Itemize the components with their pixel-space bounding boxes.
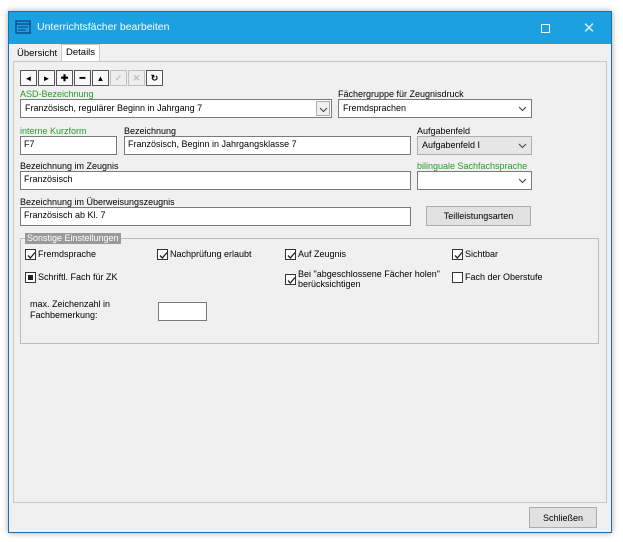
checkbox-box[interactable] <box>25 249 36 260</box>
refresh-icon: ↻ <box>150 72 159 83</box>
checkmark-icon <box>454 252 463 259</box>
tab-details[interactable]: Details <box>61 44 101 62</box>
maximize-icon <box>540 23 550 33</box>
checkmark-icon <box>287 277 296 284</box>
auf-zeugnis-checkbox[interactable]: Auf Zeugnis <box>285 249 346 260</box>
aufgabenfeld-select[interactable]: Aufgabenfeld I <box>417 136 532 155</box>
refresh-button[interactable]: ↻ <box>146 70 163 86</box>
checkbox-box[interactable] <box>157 249 168 260</box>
bezeichnung-input[interactable]: Französisch, Beginn in Jahrgangsklasse 7 <box>124 136 411 155</box>
sichtbar-label: Sichtbar <box>465 249 499 259</box>
sichtbar-checkbox[interactable]: Sichtbar <box>452 249 498 260</box>
chevron-down-icon <box>319 107 328 113</box>
max-label-line1: max. Zeichenzahl in <box>30 299 111 309</box>
kurzform-label: interne Kurzform <box>20 126 87 136</box>
app-icon <box>15 20 31 34</box>
maximize-button[interactable] <box>523 12 567 44</box>
tab-uebersicht[interactable]: Übersicht <box>13 46 61 62</box>
close-window-button[interactable]: ✕ <box>567 12 611 44</box>
settings-group: Sonstige Einstellungen Fremdsprache Nach… <box>20 233 599 344</box>
max-zeichenzahl-input[interactable] <box>158 302 207 321</box>
chevron-down-icon <box>518 143 527 149</box>
ueberweisung-label: Bezeichnung im Überweisungszeugnis <box>20 197 175 207</box>
checkbox-box[interactable] <box>452 249 463 260</box>
abgeschlossen-checkbox[interactable]: Bei "abgeschlossene Fächer holen" berück… <box>285 269 440 289</box>
abgeschlossen-label-line2: berücksichtigen <box>298 279 361 289</box>
arrow-up-icon: ▲ <box>96 73 105 83</box>
checkbox-box[interactable] <box>285 274 296 285</box>
fremdsprache-checkbox[interactable]: Fremdsprache <box>25 249 96 260</box>
checkmark-icon <box>287 252 296 259</box>
checkmark-icon <box>159 252 168 259</box>
ueberweisung-input[interactable]: Französisch ab Kl. 7 <box>20 207 411 226</box>
checkmark-icon <box>27 252 36 259</box>
schliessen-button[interactable]: Schließen <box>529 507 597 528</box>
arrow-left-icon: ◄ <box>24 73 33 83</box>
arrow-right-icon: ► <box>42 73 51 83</box>
bilingual-label: bilinguale Sachfachsprache <box>417 161 528 171</box>
teilleistungsarten-button[interactable]: Teilleistungsarten <box>426 206 531 226</box>
max-label-line2: Fachbemerkung: <box>30 310 98 320</box>
zeugnis-input[interactable]: Französisch <box>20 171 411 190</box>
title-bar[interactable]: Unterrichtsfächer bearbeiten ✕ <box>9 12 611 44</box>
fremdsprache-label: Fremdsprache <box>38 249 97 259</box>
nachpruefung-label: Nachprüfung erlaubt <box>170 249 252 259</box>
tab-bar: Übersicht Details <box>9 44 611 62</box>
close-icon: ✕ <box>582 20 596 37</box>
asd-dropdown-button[interactable] <box>316 101 330 116</box>
next-button[interactable]: ► <box>38 70 55 86</box>
faechergruppe-label: Fächergruppe für Zeugnisdruck <box>338 89 464 99</box>
kurzform-input[interactable]: F7 <box>20 136 117 155</box>
dialog-window: Unterrichtsfächer bearbeiten ✕ Übersicht… <box>8 11 612 533</box>
abgeschlossen-label: Bei "abgeschlossene Fächer holen" berück… <box>298 269 440 289</box>
aufgabenfeld-label: Aufgabenfeld <box>417 126 471 136</box>
asd-label: ASD-Bezeichnung <box>20 89 94 99</box>
checkbox-box[interactable] <box>25 272 36 283</box>
add-button[interactable]: ✚ <box>56 70 73 86</box>
prev-button[interactable]: ◄ <box>20 70 37 86</box>
bilingual-select[interactable] <box>417 171 532 190</box>
settings-group-title: Sonstige Einstellungen <box>25 233 121 244</box>
move-up-button[interactable]: ▲ <box>92 70 109 86</box>
details-panel: ◄ ► ✚ ━ ▲ ✓ ✕ ↻ ASD-Bezeichnung Französi… <box>13 61 607 503</box>
chevron-down-icon <box>518 106 527 112</box>
asd-value: Französisch, regulärer Beginn in Jahrgan… <box>25 103 203 113</box>
footer-bar: Schließen <box>9 503 611 532</box>
auf-zeugnis-label: Auf Zeugnis <box>298 249 347 259</box>
oberstufe-checkbox[interactable]: Fach der Oberstufe <box>452 272 543 283</box>
schriftl-checkbox[interactable]: Schriftl. Fach für ZK <box>25 272 118 283</box>
cancel-button[interactable]: ✕ <box>128 70 145 86</box>
check-icon: ✓ <box>114 72 123 83</box>
confirm-button[interactable]: ✓ <box>110 70 127 86</box>
schriftl-label: Schriftl. Fach für ZK <box>38 272 118 282</box>
cancel-icon: ✕ <box>132 72 141 83</box>
window-title: Unterrichtsfächer bearbeiten <box>37 21 170 33</box>
asd-select[interactable]: Französisch, regulärer Beginn in Jahrgan… <box>20 99 332 118</box>
zeugnis-label: Bezeichnung im Zeugnis <box>20 161 119 171</box>
delete-button[interactable]: ━ <box>74 70 91 86</box>
nachpruefung-checkbox[interactable]: Nachprüfung erlaubt <box>157 249 252 260</box>
chevron-down-icon <box>518 178 527 184</box>
bezeichnung-label: Bezeichnung <box>124 126 177 136</box>
faechergruppe-select[interactable]: Fremdsprachen <box>338 99 532 118</box>
aufgabenfeld-value: Aufgabenfeld I <box>422 140 481 150</box>
checkbox-box[interactable] <box>452 272 463 283</box>
oberstufe-label: Fach der Oberstufe <box>465 272 543 282</box>
faechergruppe-value: Fremdsprachen <box>343 103 407 113</box>
abgeschlossen-label-line1: Bei "abgeschlossene Fächer holen" <box>298 269 440 279</box>
minus-icon: ━ <box>79 72 86 83</box>
toolbar: ◄ ► ✚ ━ ▲ ✓ ✕ ↻ <box>20 70 163 88</box>
checkbox-box[interactable] <box>285 249 296 260</box>
max-zeichenzahl-label: max. Zeichenzahl in Fachbemerkung: <box>30 299 110 321</box>
plus-icon: ✚ <box>60 72 69 83</box>
